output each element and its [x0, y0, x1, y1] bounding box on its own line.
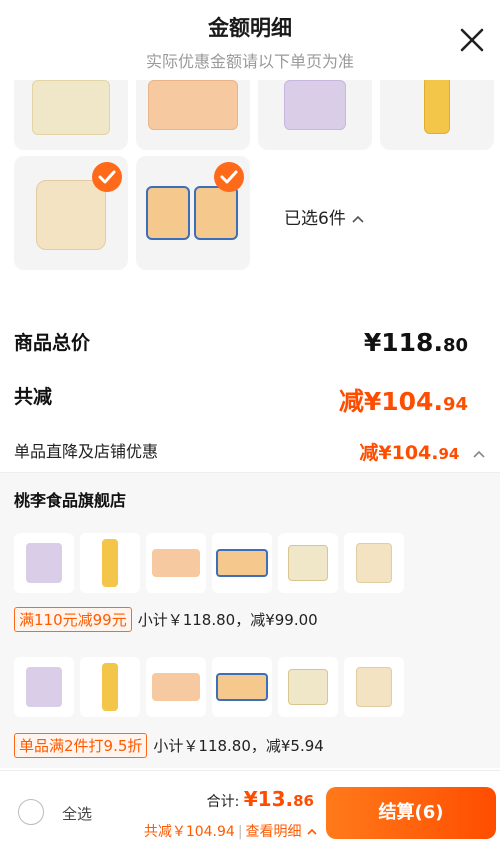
view-detail-link[interactable]: 查看明细 [246, 824, 318, 840]
store-discount-value[interactable]: 减¥104.94 [359, 438, 486, 465]
product-image [32, 80, 110, 135]
product-image [424, 80, 450, 134]
promo-tag: 单品满2件打9.5折 [14, 733, 148, 758]
promo-product-thumb [278, 657, 338, 717]
promo-line: 单品满2件打9.5折 小计￥118.80，减¥5.94 [14, 733, 324, 758]
promo-product-thumb [212, 657, 272, 717]
checked-icon [214, 162, 244, 192]
promo-product-thumb [80, 657, 140, 717]
saved-summary: 共减￥104.94 | 查看明细 [144, 821, 318, 841]
promo-product-thumb [344, 533, 404, 593]
promo-product-thumb [146, 657, 206, 717]
checked-icon [92, 162, 122, 192]
sum-total: 合计: ¥13.86 [207, 787, 314, 811]
sheet-header: 金额明细 实际优惠金额请以下单页为准 [0, 0, 500, 80]
sum-amount: ¥13.86 [243, 787, 314, 811]
total-price-value: ¥118.80 [363, 328, 468, 357]
promo-product-thumb [278, 533, 338, 593]
checkout-bar: 全选 合计: ¥13.86 共减￥104.94 | 查看明细 结算(6) [0, 770, 500, 854]
total-discount-row: 共减 减¥104.94 [14, 382, 486, 416]
chevron-up-icon [352, 215, 364, 223]
chevron-up-icon [473, 450, 485, 458]
product-image [146, 186, 190, 240]
promo-tag: 满110元减99元 [14, 607, 132, 632]
promo-product-thumb [14, 533, 74, 593]
close-icon [460, 28, 484, 52]
promo-product-thumb [14, 657, 74, 717]
store-discount-panel: 桃李食品旗舰店 满110元减99元 小计￥118.80，减¥99.00 单品满2件… [0, 472, 500, 768]
select-all-label[interactable]: 全选 [62, 803, 92, 824]
product-image [284, 80, 346, 130]
store-discount-row[interactable]: 单品直降及店铺优惠 减¥104.94 [14, 438, 486, 464]
total-price-label: 商品总价 [14, 332, 91, 354]
store-name: 桃李食品旗舰店 [14, 491, 127, 510]
selected-count-label: 已选6件 [284, 209, 346, 229]
saved-amount: 共减￥104.94 [143, 824, 235, 840]
product-image [194, 186, 238, 240]
total-discount-label: 共减 [14, 386, 53, 408]
product-thumb[interactable] [136, 80, 250, 150]
promo-product-thumb [146, 533, 206, 593]
sum-label: 合计: [206, 794, 240, 810]
promo-subtotal: 小计￥118.80，减¥99.00 [137, 611, 318, 629]
close-button[interactable] [458, 26, 486, 54]
chevron-up-icon [307, 828, 317, 835]
sheet-subtitle: 实际优惠金额请以下单页为准 [145, 52, 354, 71]
checkout-button[interactable]: 结算(6) [326, 787, 496, 839]
product-thumb[interactable] [136, 156, 250, 270]
promo-product-thumb [344, 657, 404, 717]
selected-count-toggle[interactable]: 已选6件 [284, 204, 365, 229]
product-thumb[interactable] [14, 156, 128, 270]
product-image [148, 80, 238, 130]
promo-line: 满110元减99元 小计￥118.80，减¥99.00 [14, 607, 318, 632]
select-all-radio[interactable] [18, 799, 44, 825]
promo-subtotal: 小计￥118.80，减¥5.94 [153, 737, 324, 755]
total-discount-value: 减¥104.94 [338, 387, 468, 416]
product-thumb[interactable] [258, 80, 372, 150]
promo-product-thumb [212, 533, 272, 593]
product-thumb[interactable] [380, 80, 494, 150]
total-price-row: 商品总价 ¥118.80 [14, 328, 486, 358]
sheet-title: 金额明细 [208, 16, 292, 40]
store-discount-label: 单品直降及店铺优惠 [14, 442, 159, 461]
selected-products-grid: 已选6件 [0, 80, 500, 280]
product-thumb[interactable] [14, 80, 128, 150]
promo-product-thumb [80, 533, 140, 593]
